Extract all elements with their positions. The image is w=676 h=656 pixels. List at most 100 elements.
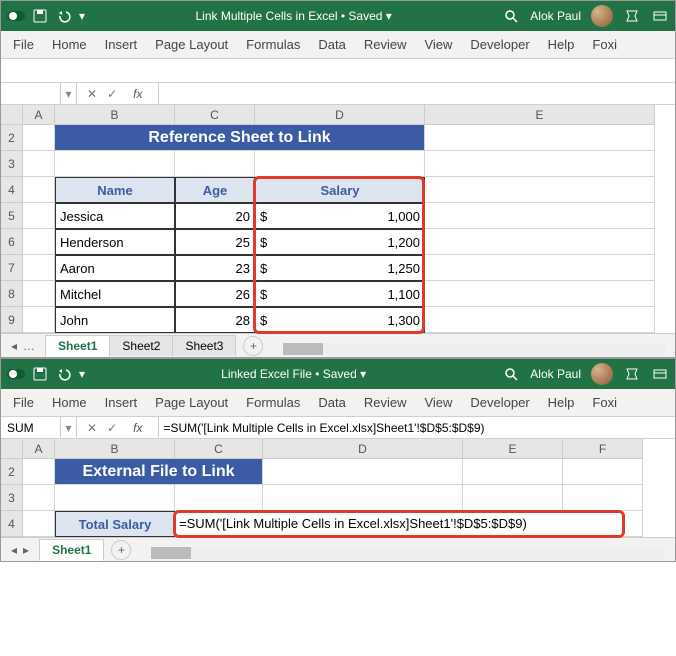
row-header[interactable]: 5 [1,203,23,229]
banner-title[interactable]: Reference Sheet to Link [55,125,425,151]
sheet-tab-sheet3[interactable]: Sheet3 [172,335,236,356]
cell-salary[interactable]: $1,100 [255,281,425,307]
tab-foxit[interactable]: Foxi [592,395,617,410]
search-icon[interactable] [502,365,520,383]
ribbon-display-icon[interactable] [651,365,669,383]
row-header[interactable]: 6 [1,229,23,255]
row-header[interactable]: 3 [1,151,23,177]
col-header[interactable]: C [175,439,263,459]
sheet-tab-sheet1[interactable]: Sheet1 [39,539,104,561]
search-icon[interactable] [502,7,520,25]
col-header[interactable]: D [263,439,463,459]
row-header[interactable]: 9 [1,307,23,333]
tab-home[interactable]: Home [52,395,87,410]
tab-page-layout[interactable]: Page Layout [155,37,228,52]
cell[interactable] [23,307,55,333]
horizontal-scrollbar[interactable] [151,547,665,559]
cell[interactable] [23,151,55,177]
banner-title[interactable]: External File to Link [55,459,263,485]
qat-dropdown-icon[interactable]: ▾ [79,9,85,23]
coming-soon-icon[interactable] [623,365,641,383]
col-header[interactable]: B [55,105,175,125]
tab-foxit[interactable]: Foxi [592,37,617,52]
col-header[interactable]: E [425,105,655,125]
formula-input[interactable]: =SUM('[Link Multiple Cells in Excel.xlsx… [159,421,675,435]
enter-icon[interactable]: ✓ [107,87,117,101]
tab-insert[interactable]: Insert [105,395,138,410]
cell[interactable] [23,203,55,229]
ribbon-display-icon[interactable] [651,7,669,25]
table-header-name[interactable]: Name [55,177,175,203]
scrollbar-thumb[interactable] [283,343,323,355]
undo-icon[interactable] [55,365,73,383]
cell[interactable] [425,203,655,229]
save-icon[interactable] [31,365,49,383]
sheet-nav-more-icon[interactable]: … [23,339,35,353]
row-header[interactable]: 4 [1,511,23,537]
cell[interactable] [23,459,55,485]
cell[interactable] [23,281,55,307]
sheet-tab-sheet2[interactable]: Sheet2 [109,335,173,356]
cell-age[interactable]: 23 [175,255,255,281]
tab-formulas[interactable]: Formulas [246,395,300,410]
cell[interactable] [563,459,643,485]
cell-name[interactable]: John [55,307,175,333]
cell-salary[interactable]: $1,000 [255,203,425,229]
cell-age[interactable]: 26 [175,281,255,307]
add-sheet-icon[interactable]: + [243,336,263,356]
tab-view[interactable]: View [424,395,452,410]
table-header-salary[interactable]: Salary [255,177,425,203]
tab-help[interactable]: Help [548,395,575,410]
cell[interactable] [425,307,655,333]
add-sheet-icon[interactable]: + [111,540,131,560]
autosave-toggle-icon[interactable] [7,365,25,383]
cell-name[interactable]: Jessica [55,203,175,229]
horizontal-scrollbar[interactable] [283,343,665,355]
row-header[interactable]: 8 [1,281,23,307]
tab-review[interactable]: Review [364,37,407,52]
tab-help[interactable]: Help [548,37,575,52]
cancel-icon[interactable]: ✕ [87,87,97,101]
sheet-nav-next-icon[interactable]: ▸ [23,543,29,557]
cell[interactable] [23,229,55,255]
cell[interactable] [463,459,563,485]
cell[interactable] [175,151,255,177]
row-header[interactable]: 7 [1,255,23,281]
cell[interactable] [23,255,55,281]
row-header[interactable]: 2 [1,459,23,485]
cell[interactable] [175,485,263,511]
cell[interactable] [463,485,563,511]
tab-file[interactable]: File [13,37,34,52]
cell-name[interactable]: Mitchel [55,281,175,307]
tab-insert[interactable]: Insert [105,37,138,52]
undo-icon[interactable] [55,7,73,25]
cell[interactable] [425,125,655,151]
row-header[interactable]: 4 [1,177,23,203]
col-header[interactable]: B [55,439,175,459]
cell[interactable] [425,177,655,203]
tab-review[interactable]: Review [364,395,407,410]
tab-file[interactable]: File [13,395,34,410]
cell-salary[interactable]: $1,300 [255,307,425,333]
cell[interactable] [263,485,463,511]
tab-data[interactable]: Data [318,37,345,52]
select-all-corner[interactable] [1,439,23,459]
save-icon[interactable] [31,7,49,25]
row-header[interactable]: 3 [1,485,23,511]
table-header-age[interactable]: Age [175,177,255,203]
cell-salary[interactable]: $1,250 [255,255,425,281]
cancel-icon[interactable]: ✕ [87,421,97,435]
user-name[interactable]: Alok Paul [530,367,581,381]
sheet-nav-prev-icon[interactable]: ◂ [11,339,17,353]
fx-icon[interactable]: fx [127,87,148,101]
cell-name[interactable]: Aaron [55,255,175,281]
cell[interactable] [23,485,55,511]
cell[interactable] [23,177,55,203]
total-salary-label[interactable]: Total Salary [55,511,175,537]
col-header[interactable]: E [463,439,563,459]
cell[interactable] [563,485,643,511]
col-header[interactable]: F [563,439,643,459]
cell[interactable] [55,151,175,177]
autosave-toggle-icon[interactable] [7,7,25,25]
scrollbar-thumb[interactable] [151,547,191,559]
